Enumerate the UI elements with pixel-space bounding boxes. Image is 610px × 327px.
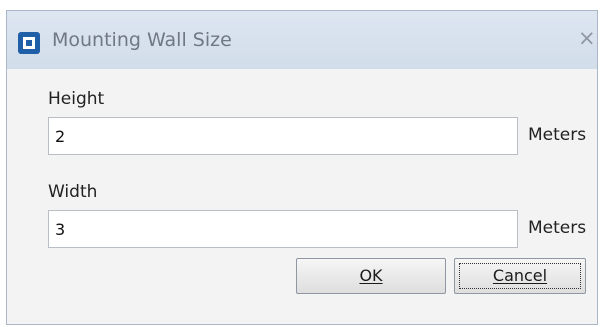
cancel-button-label: Cancel [492,266,548,285]
app-icon [18,32,40,54]
width-label: Width [48,182,98,202]
width-input[interactable] [48,210,518,248]
cancel-button[interactable]: Cancel [454,258,586,294]
height-label: Height [48,89,105,109]
mounting-wall-size-dialog: Mounting Wall Size × Height Meters Width… [6,10,598,325]
height-unit-label: Meters [528,125,587,145]
ok-button[interactable]: OK [296,258,446,294]
ok-button-label: OK [359,266,383,285]
height-input[interactable] [48,117,518,155]
dialog-title: Mounting Wall Size [52,29,232,51]
title-bar[interactable]: Mounting Wall Size × [7,11,597,69]
close-icon[interactable]: × [578,28,596,49]
width-unit-label: Meters [528,218,587,238]
